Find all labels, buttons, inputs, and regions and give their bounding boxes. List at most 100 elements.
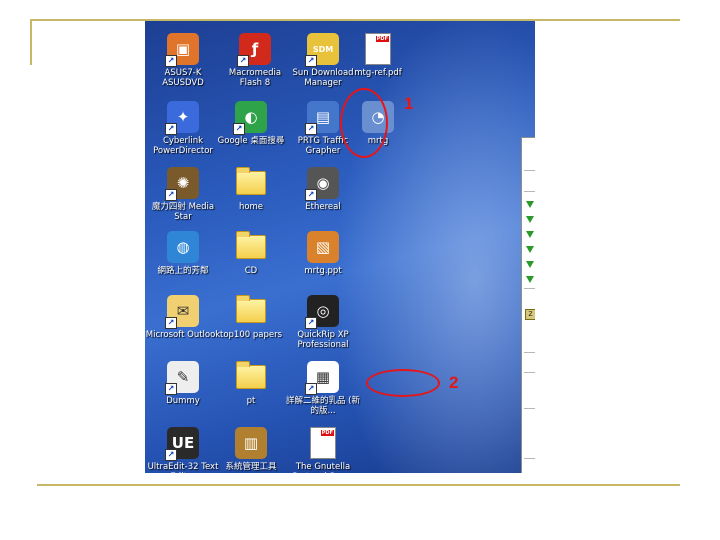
shortcut-arrow-icon: ↗ [305,383,317,395]
shortcut-arrow-icon: ↗ [165,317,177,329]
pdf-file-icon [307,427,339,459]
context-menu-item[interactable]: 傳送到(N)▶ [522,357,535,371]
folder-icon [235,361,267,393]
application-icon: UE ↗ [165,427,199,461]
desktop-icon[interactable]: ◉ ↗ Ethereal [285,167,361,212]
desktop-icon[interactable]: ✦ ↗ Cyberlink PowerDirector [145,101,221,156]
application-icon: ▣ ↗ [165,33,199,67]
context-menu-item[interactable]: Add to: wpen1ogx [522,243,535,257]
context-menu-item[interactable]: 內容(R) [522,464,535,473]
context-menu-item[interactable]: 建立捷徑(S) [522,413,535,427]
green-down-arrow-icon [526,246,534,253]
context-menu-item[interactable]: Add to: wpen1ocb [522,213,535,227]
desktop-icon[interactable]: ▧ mrtg.ppt [285,231,361,276]
slide-rule-bottom [37,484,680,486]
green-down-arrow-icon [526,201,534,208]
context-menu-item[interactable]: Add to: wpen17c [522,198,535,212]
desktop-icon[interactable]: mtg-ref.pdf [340,33,416,78]
desktop-icon-label: Dummy [166,396,200,406]
desktop-icon-label: 系統管理工具 [225,462,277,472]
desktop-icon[interactable]: ▦ ↗ 詳解二維的乳品 (新的版... [285,361,361,416]
menu-separator [524,170,535,171]
green-down-arrow-icon [526,216,534,223]
context-menu-item[interactable]: ZWinZip▶ [522,307,535,321]
winzip-icon: Z [525,309,535,320]
shortcut-arrow-icon: ↗ [165,449,177,461]
desktop-icon[interactable]: The Gnutella Protocol Spe... [285,427,361,473]
desktop-icon[interactable]: ✎ ↗ Dummy [145,361,221,406]
shortcut-arrow-icon: ↗ [165,55,177,67]
desktop-icon-label: QuickRip XP Professional [297,330,349,350]
folder-icon [235,231,267,263]
application-icon: ◍ [167,231,199,263]
context-menu-item[interactable]: Add to: wpen1osh [522,228,535,242]
desktop-icon-label: 網路上的芳鄰 [157,266,209,276]
menu-separator [524,372,535,373]
menu-separator [524,191,535,192]
desktop-icon[interactable]: ◎ ↗ QuickRip XP Professional [285,295,361,350]
context-menu-item[interactable]: E-mail with Yahoo! [522,322,535,336]
desktop-icon[interactable]: ƒ ↗ Macromedia Flash 8 [217,33,293,88]
shortcut-arrow-icon: ↗ [305,189,317,201]
menu-separator [524,458,535,459]
application-icon: SDM ↗ [305,33,339,67]
annotation-circle-2 [366,369,440,397]
shortcut-arrow-icon: ↗ [165,189,177,201]
desktop-icon[interactable]: pt [213,361,289,406]
context-menu-item[interactable]: 掃描病毒... [522,175,535,189]
context-menu-item[interactable]: UltraEdit-32 [522,293,535,307]
context-menu-item[interactable]: 開啟(O) [522,142,535,156]
context-menu: 開啟(O)執行身分(A)...掃描病毒...Add to: wpen17cAdd… [521,137,535,473]
context-menu-item[interactable]: 固定至 [開始] 功能表(U) [522,337,535,351]
annotation-circle-1 [340,88,388,158]
desktop-icon-label: Cyberlink PowerDirector [153,136,213,156]
desktop-icon[interactable]: top100 papers [213,295,289,340]
desktop-icon[interactable]: CD [213,231,289,276]
menu-separator [524,408,535,409]
desktop-screenshot: ▣ ↗ ASUS7-K ASUSDVD ƒ ↗ Macromedia Flash 8 SDM… [145,21,535,473]
context-menu-item[interactable]: 複製(C) [522,393,535,407]
application-icon: ◎ ↗ [305,295,339,329]
shortcut-arrow-icon: ↗ [165,383,177,395]
slide-rule-left [30,19,32,65]
annotation-number-2: 2 [449,373,459,392]
context-menu-item[interactable]: 剪下(T) [522,378,535,392]
desktop-icon-label: mrtg.ppt [304,266,342,276]
desktop-icon[interactable]: ▥ 系統管理工具 [213,427,289,472]
shortcut-arrow-icon: ↗ [237,55,249,67]
application-icon: ƒ ↗ [237,33,271,67]
desktop-icon-label: UltraEdit-32 Text Editor [147,462,219,473]
menu-separator [524,352,535,353]
desktop-icon[interactable]: ▣ ↗ ASUS7-K ASUSDVD [145,33,221,88]
shortcut-arrow-icon: ↗ [233,123,245,135]
context-menu-item[interactable]: Add to: wpen1osp [522,258,535,272]
desktop-icon[interactable]: ✺ ↗ 魔力四射 Media Star [145,167,221,222]
desktop-icon[interactable]: ✉ ↗ Microsoft Outlook [145,295,221,340]
application-icon: ✉ ↗ [165,295,199,329]
desktop-icon-label: top100 papers [219,330,282,340]
context-menu-item[interactable]: 刪除(D) [522,428,535,442]
desktop-icon[interactable]: UE↗UltraEdit-32 Text Editor [145,427,221,473]
application-icon: ▧ [307,231,339,263]
shortcut-arrow-icon: ↗ [305,317,317,329]
desktop-icon[interactable]: home [213,167,289,212]
context-menu-item[interactable]: 重新命名(M) [522,443,535,457]
desktop-icon-label: Ethereal [305,202,341,212]
pdf-file-icon [362,33,394,65]
application-icon: ▥ [235,427,267,459]
desktop-icon[interactable]: ◐ ↗ Google 桌面搜尋 [213,101,289,146]
menu-separator [524,288,535,289]
application-icon: ▦ ↗ [305,361,339,395]
desktop-icon-label: ASUS7-K ASUSDVD [162,68,204,88]
context-menu-item[interactable]: 執行身分(A)... [522,156,535,170]
green-down-arrow-icon [526,261,534,268]
desktop-icon-label: 詳解二維的乳品 (新的版... [285,396,361,416]
folder-icon [235,295,267,327]
desktop-icon-label: home [238,202,264,212]
desktop-icon-label: mtg-ref.pdf [354,68,402,78]
green-down-arrow-icon [526,231,534,238]
desktop-icon[interactable]: ◍ 網路上的芳鄰 [145,231,221,276]
context-menu-item[interactable]: Add to... [522,273,535,287]
desktop-icon-label: The Gnutella Protocol Spe... [292,462,353,473]
desktop-icon-label: CD [244,266,258,276]
